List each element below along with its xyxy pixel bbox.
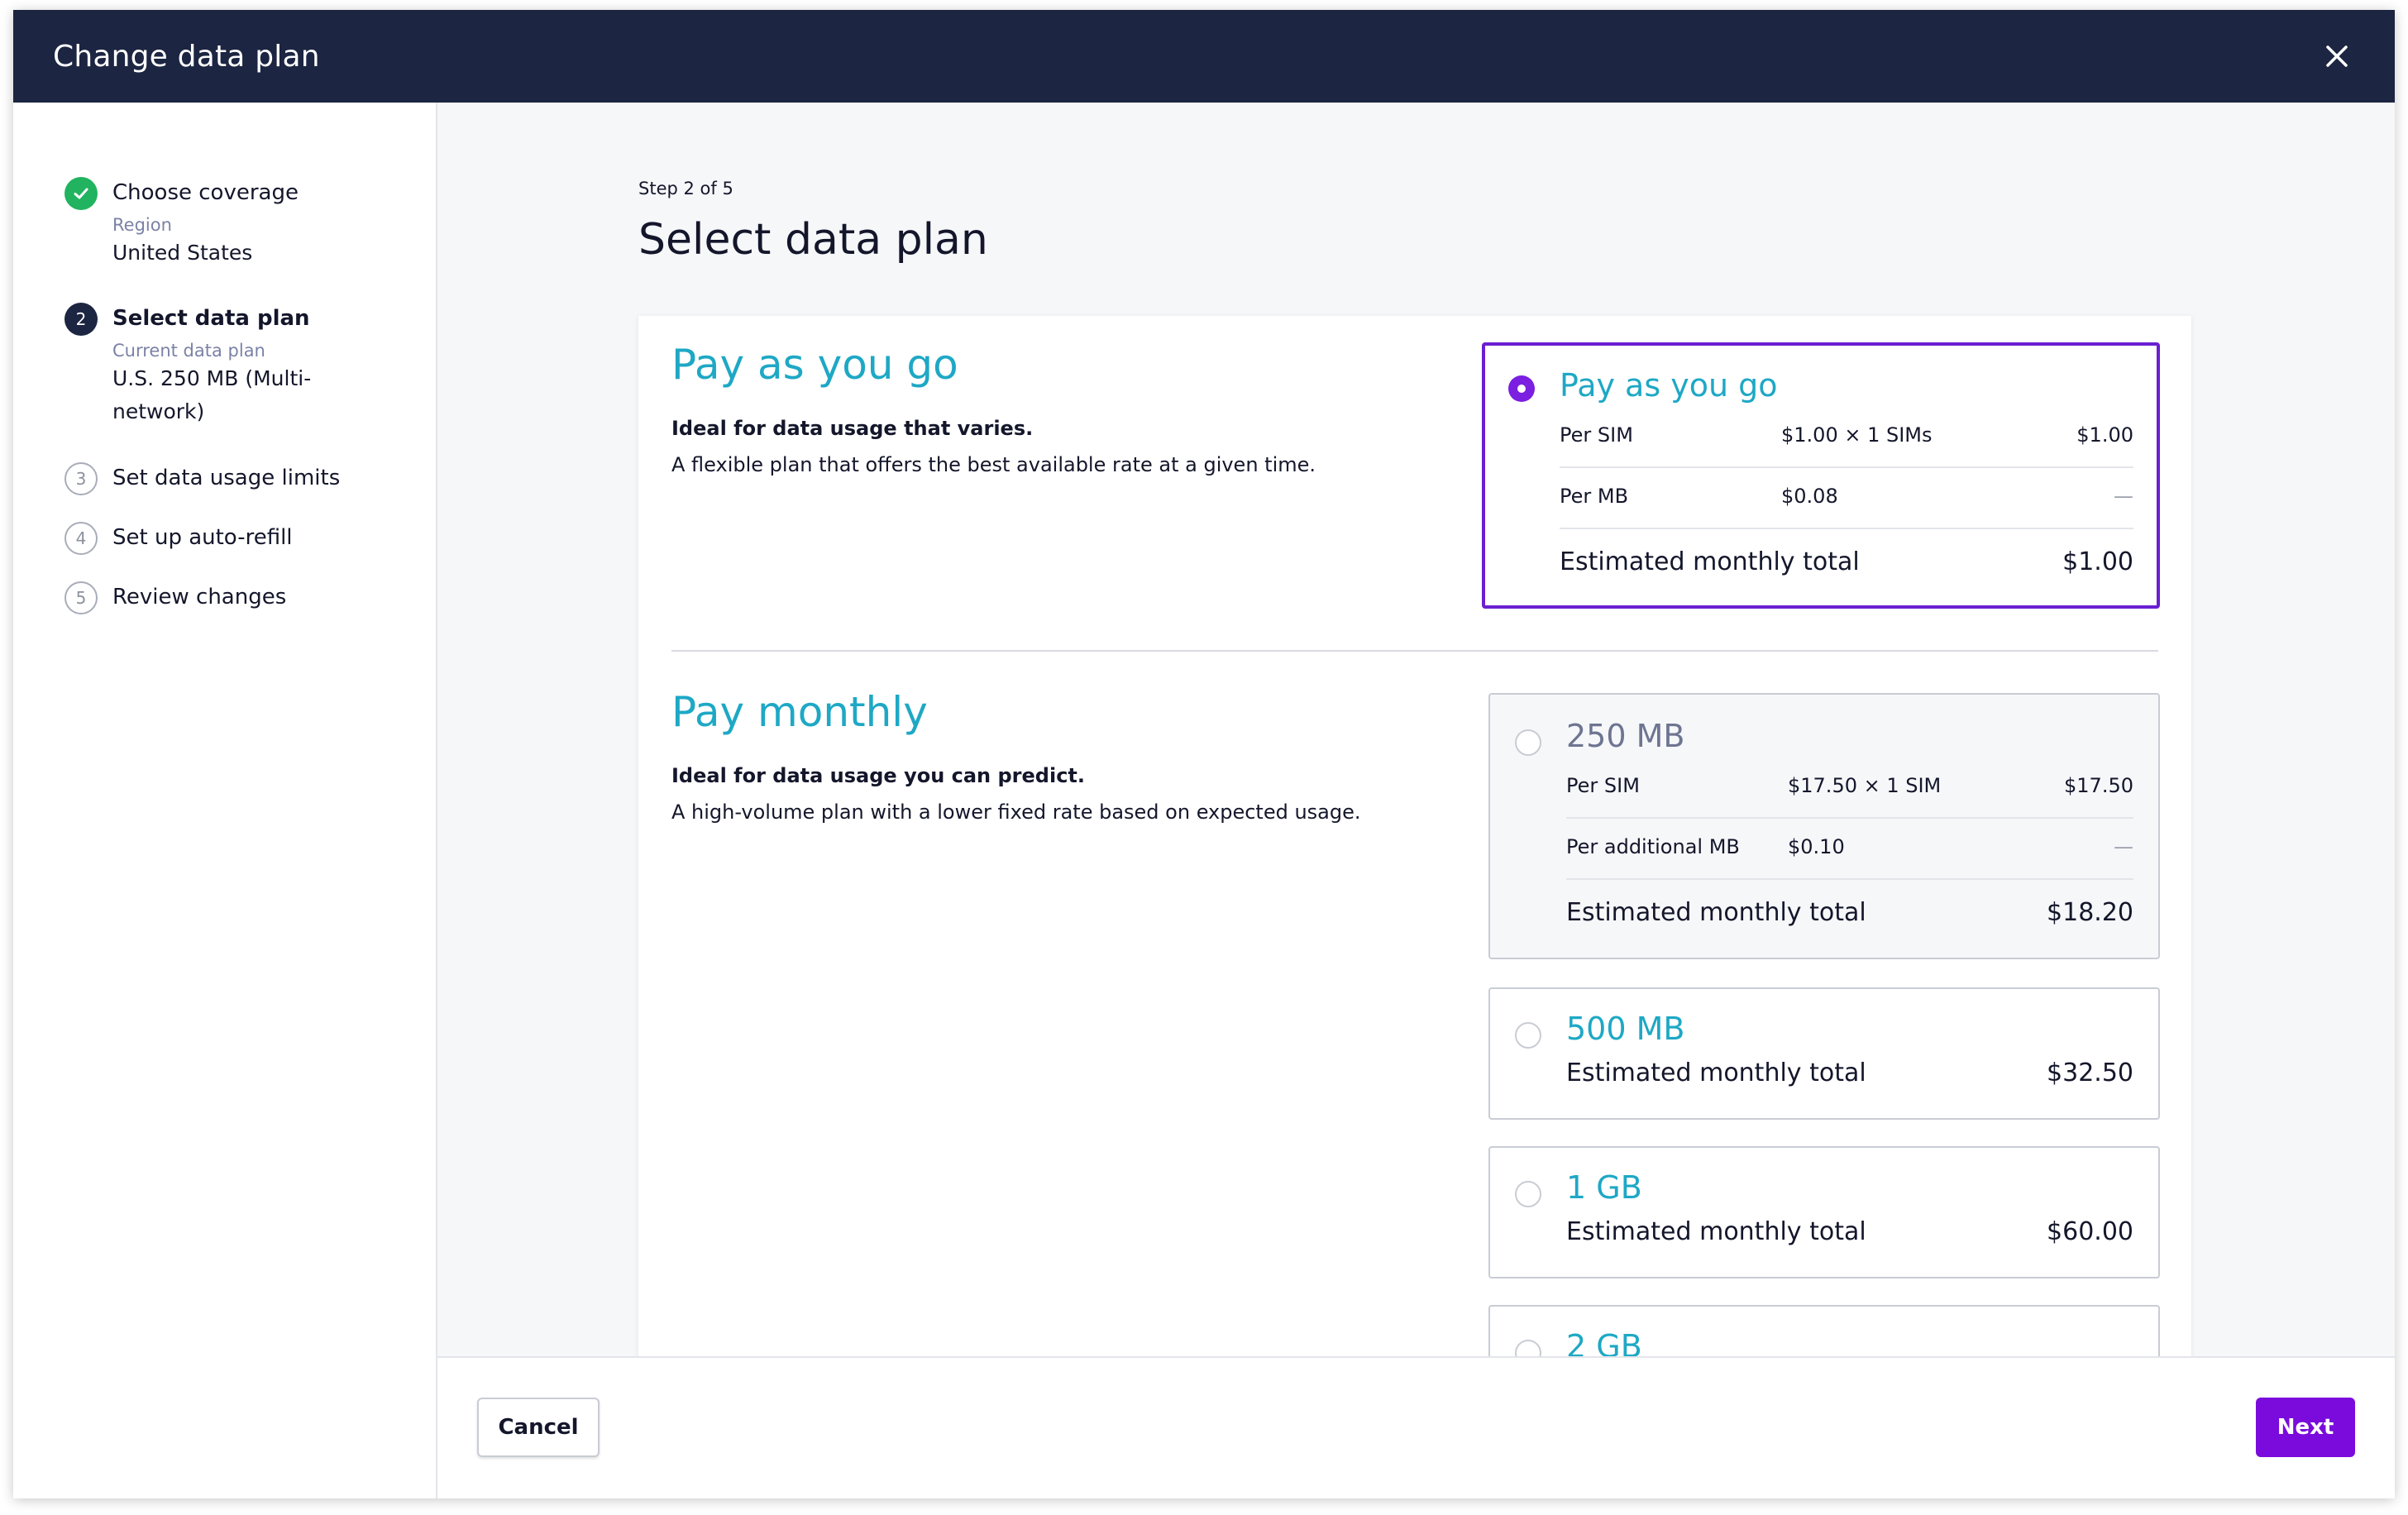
step-set-data-usage-limits: 3 Set data usage limits: [64, 462, 341, 495]
plan-total-row: Estimated monthly total $1.00: [1560, 547, 2133, 576]
total-label: Estimated monthly total: [1566, 1059, 1866, 1087]
section-heading-pay-monthly: Pay monthly: [671, 688, 928, 736]
step-title: Select data plan: [112, 306, 310, 331]
plan-name: 250 MB: [1566, 718, 1685, 754]
total-amount: $1.00: [2062, 547, 2133, 576]
row-divider: [1560, 528, 2133, 529]
row-amount: $1.00: [2076, 423, 2133, 447]
modal-footer: Cancel Next: [437, 1356, 2395, 1498]
row-label: Per additional MB: [1566, 835, 1740, 858]
step-choose-coverage[interactable]: Choose coverage Region United States: [64, 177, 299, 270]
step-sub-label: Region: [112, 215, 172, 235]
row-rate: $17.50 × 1 SIM: [1788, 774, 1942, 797]
checkmark-icon: [64, 177, 98, 210]
row-rate: $0.08: [1781, 485, 1838, 508]
plan-option-2gb[interactable]: 2 GB: [1488, 1305, 2160, 1358]
radio-unselected-icon[interactable]: [1515, 1340, 1541, 1358]
step-number-badge: 4: [64, 522, 98, 555]
plan-option-250mb[interactable]: 250 MB Per SIM $17.50 × 1 SIM $17.50 Per…: [1488, 693, 2160, 959]
radio-unselected-icon[interactable]: [1515, 729, 1541, 756]
close-icon: [2326, 45, 2348, 67]
step-title: Choose coverage: [112, 180, 299, 205]
main-content: Step 2 of 5 Select data plan Pay as you …: [437, 103, 2395, 1358]
step-sub-label: Current data plan: [112, 341, 265, 361]
row-label: Per MB: [1560, 485, 1629, 508]
step-title: Set data usage limits: [112, 466, 341, 490]
plan-option-500mb[interactable]: 500 MB Estimated monthly total $32.50: [1488, 987, 2160, 1120]
total-label: Estimated monthly total: [1560, 547, 1860, 576]
section-tagline: Ideal for data usage that varies.: [671, 417, 1034, 440]
step-title: Set up auto-refill: [112, 525, 293, 550]
row-rate: $1.00 × 1 SIMs: [1781, 423, 1933, 447]
section-heading-pay-as-you-go: Pay as you go: [671, 341, 958, 389]
page-title: Select data plan: [638, 215, 988, 265]
step-select-data-plan: 2 Select data plan Current data plan U.S…: [64, 303, 327, 428]
plan-total-row: Estimated monthly total $18.20: [1566, 898, 2133, 927]
section-tagline: Ideal for data usage you can predict.: [671, 764, 1086, 787]
total-label: Estimated monthly total: [1566, 1217, 1866, 1246]
row-divider: [1566, 878, 2133, 880]
row-divider: [1560, 466, 2133, 468]
plan-name: Pay as you go: [1560, 367, 1778, 404]
row-amount: —: [2114, 485, 2133, 508]
step-sub-value: United States: [112, 241, 253, 265]
section-divider: [671, 650, 2158, 652]
row-label: Per SIM: [1566, 774, 1640, 797]
plan-total-row: Estimated monthly total $32.50: [1566, 1059, 2133, 1087]
cancel-button[interactable]: Cancel: [477, 1398, 600, 1457]
change-data-plan-modal: Change data plan Choose coverage Region …: [13, 10, 2395, 1498]
close-button[interactable]: [2312, 31, 2362, 81]
plan-name: 2 GB: [1566, 1328, 1642, 1358]
plan-row: Per SIM $1.00 × 1 SIMs $1.00: [1560, 423, 2133, 447]
plan-options-card: Pay as you go Ideal for data usage that …: [638, 316, 2191, 1358]
total-amount: $32.50: [2047, 1059, 2133, 1087]
total-amount: $60.00: [2047, 1217, 2133, 1246]
step-number-badge: 5: [64, 581, 98, 614]
step-review-changes: 5 Review changes: [64, 581, 287, 614]
plan-option-1gb[interactable]: 1 GB Estimated monthly total $60.00: [1488, 1146, 2160, 1278]
row-rate: $0.10: [1788, 835, 1845, 858]
plan-row: Per additional MB $0.10 —: [1566, 835, 2133, 858]
step-sub-value: U.S. 250 MB (Multi-network): [112, 366, 312, 423]
plan-option-pay-as-you-go[interactable]: Pay as you go Per SIM $1.00 × 1 SIMs $1.…: [1482, 342, 2160, 609]
section-description: A high-volume plan with a lower fixed ra…: [671, 801, 1361, 824]
step-set-up-auto-refill: 4 Set up auto-refill: [64, 522, 293, 555]
row-amount: $17.50: [2064, 774, 2133, 797]
plan-row: Per MB $0.08 —: [1560, 485, 2133, 508]
total-amount: $18.20: [2047, 898, 2133, 927]
next-button[interactable]: Next: [2256, 1398, 2355, 1457]
plan-row: Per SIM $17.50 × 1 SIM $17.50: [1566, 774, 2133, 797]
row-label: Per SIM: [1560, 423, 1633, 447]
radio-unselected-icon[interactable]: [1515, 1022, 1541, 1049]
modal-title: Change data plan: [53, 39, 320, 74]
step-indicator: Step 2 of 5: [638, 179, 733, 198]
step-number-badge: 2: [64, 303, 98, 336]
row-divider: [1566, 817, 2133, 819]
step-number-badge: 3: [64, 462, 98, 495]
section-description: A flexible plan that offers the best ava…: [671, 453, 1316, 476]
plan-name: 1 GB: [1566, 1169, 1642, 1206]
plan-total-row: Estimated monthly total $60.00: [1566, 1217, 2133, 1246]
stepper-sidebar: Choose coverage Region United States 2 S…: [13, 103, 437, 1498]
radio-unselected-icon[interactable]: [1515, 1181, 1541, 1207]
modal-header: Change data plan: [13, 10, 2395, 103]
radio-selected-icon[interactable]: [1508, 375, 1535, 402]
step-title: Review changes: [112, 585, 287, 609]
plan-name: 500 MB: [1566, 1011, 1685, 1047]
total-label: Estimated monthly total: [1566, 898, 1866, 927]
row-amount: —: [2114, 835, 2133, 858]
